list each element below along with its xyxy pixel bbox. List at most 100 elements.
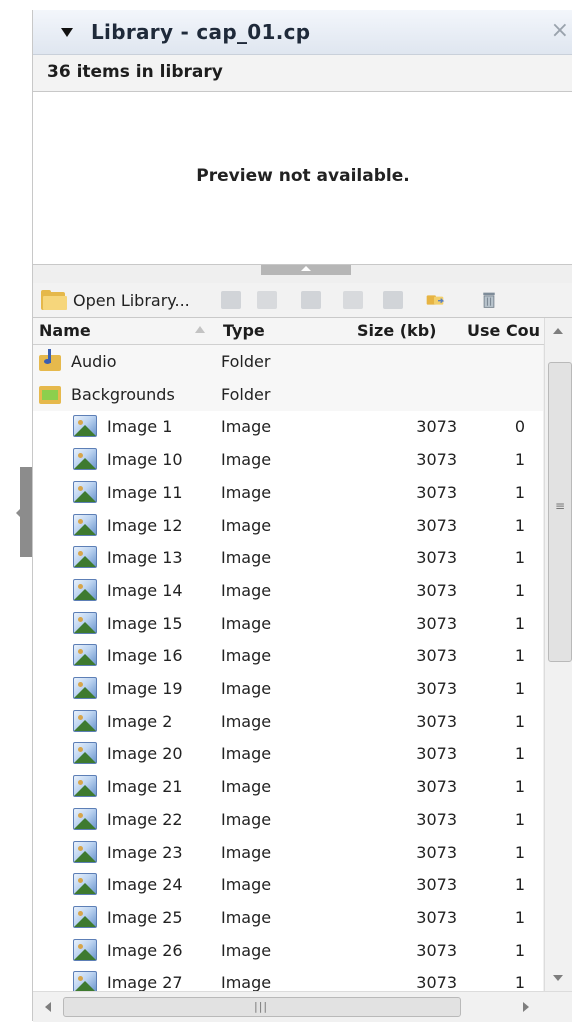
table-row[interactable]: Image 16 Image 3073 1 (33, 639, 543, 672)
row-use-count: 1 (514, 875, 525, 894)
row-use-count: 1 (514, 679, 525, 698)
row-use-count: 1 (514, 908, 525, 927)
table-row[interactable]: Image 21 Image 3073 1 (33, 770, 543, 803)
scroll-grip-icon: ||| (254, 1000, 269, 1013)
horizontal-scrollbar[interactable]: ||| (33, 991, 572, 1022)
column-header-size[interactable]: Size (kb) (357, 321, 436, 340)
select-unused-icon[interactable] (426, 291, 446, 309)
row-size: 3073 (416, 614, 457, 633)
scroll-up-icon[interactable] (553, 328, 563, 334)
row-name: Image 22 (107, 810, 183, 829)
table-row[interactable]: Image 19 Image 3073 1 (33, 672, 543, 705)
row-name: Image 23 (107, 843, 183, 862)
open-library-label: Open Library... (73, 290, 190, 310)
table-row[interactable]: Image 20 Image 3073 1 (33, 737, 543, 770)
duplicate-icon[interactable] (383, 291, 403, 309)
table-row[interactable]: Image 11 Image 3073 1 (33, 476, 543, 509)
table-row[interactable]: Image 14 Image 3073 1 (33, 574, 543, 607)
preview-area: Preview not available. (33, 92, 572, 265)
column-header-use-count[interactable]: Use Cou (467, 321, 540, 340)
collapse-triangle-icon[interactable] (61, 28, 73, 37)
image-icon (73, 546, 97, 568)
row-size: 3073 (416, 908, 457, 927)
table-row[interactable]: Image 13 Image 3073 1 (33, 541, 543, 574)
table-row[interactable]: Image 15 Image 3073 1 (33, 607, 543, 640)
row-type: Folder (221, 352, 271, 371)
open-library-button[interactable]: Open Library... (41, 287, 190, 313)
row-use-count: 1 (514, 646, 525, 665)
row-use-count: 1 (514, 712, 525, 731)
row-size: 3073 (416, 548, 457, 567)
row-type: Image (221, 450, 272, 469)
folder-row[interactable]: Audio Folder (33, 345, 543, 378)
collapse-arrow-icon (16, 507, 22, 519)
table-row[interactable]: Image 22 Image 3073 1 (33, 803, 543, 836)
new-folder-icon[interactable] (221, 291, 241, 309)
table-row[interactable]: Image 2 Image 3073 1 (33, 705, 543, 738)
row-size: 3073 (416, 973, 457, 991)
table-row[interactable]: Image 23 Image 3073 1 (33, 836, 543, 869)
image-icon (73, 906, 97, 928)
properties-icon[interactable] (257, 291, 277, 309)
table-row[interactable]: Image 27 Image 3073 1 (33, 966, 543, 991)
table-row[interactable]: Image 24 Image 3073 1 (33, 868, 543, 901)
row-use-count: 1 (514, 941, 525, 960)
usage-icon[interactable] (301, 291, 321, 309)
row-type: Image (221, 614, 272, 633)
row-name: Image 27 (107, 973, 183, 991)
row-size: 3073 (416, 777, 457, 796)
table-row[interactable]: Image 1 Image 3073 0 (33, 410, 543, 443)
row-size: 3073 (416, 646, 457, 665)
row-use-count: 1 (514, 973, 525, 991)
row-size: 3073 (416, 941, 457, 960)
row-use-count: 1 (514, 483, 525, 502)
panel-titlebar[interactable]: Library - cap_01.cp × (33, 10, 572, 55)
row-name: Image 24 (107, 875, 183, 894)
open-library-folder-icon (41, 290, 67, 310)
row-use-count: 1 (514, 777, 525, 796)
row-name: Audio (71, 352, 117, 371)
image-icon (73, 873, 97, 895)
scroll-down-icon[interactable] (553, 975, 563, 981)
horizontal-scroll-thumb[interactable]: ||| (63, 997, 461, 1017)
backgrounds-folder-icon (39, 382, 63, 406)
vertical-scroll-thumb[interactable]: ≡ (548, 362, 572, 662)
delete-icon[interactable] (479, 291, 499, 309)
row-size: 3073 (416, 483, 457, 502)
image-icon (73, 415, 97, 437)
preview-splitter[interactable] (33, 265, 572, 283)
row-size: 3073 (416, 875, 457, 894)
table-row[interactable]: Image 26 Image 3073 1 (33, 934, 543, 967)
close-icon[interactable]: × (551, 18, 569, 43)
column-header-type[interactable]: Type (223, 321, 265, 340)
row-name: Image 15 (107, 614, 183, 633)
image-icon (73, 939, 97, 961)
row-name: Image 16 (107, 646, 183, 665)
row-type: Image (221, 417, 272, 436)
row-name: Image 26 (107, 941, 183, 960)
folder-row[interactable]: Backgrounds Folder (33, 378, 543, 411)
splitter-up-arrow-icon (301, 266, 311, 271)
row-type: Image (221, 810, 272, 829)
row-type: Image (221, 843, 272, 862)
vertical-scrollbar[interactable]: ≡ (544, 318, 572, 991)
row-name: Image 11 (107, 483, 183, 502)
row-use-count: 1 (514, 581, 525, 600)
update-icon[interactable] (343, 291, 363, 309)
row-size: 3073 (416, 417, 457, 436)
row-type: Image (221, 483, 272, 502)
scroll-right-icon[interactable] (523, 1002, 529, 1012)
table-row[interactable]: Image 25 Image 3073 1 (33, 901, 543, 934)
image-icon (73, 775, 97, 797)
image-icon (73, 644, 97, 666)
library-table-body: Audio Folder Backgrounds Folder Image 1 Image… (33, 345, 543, 991)
scroll-left-icon[interactable] (45, 1002, 51, 1012)
row-name: Image 19 (107, 679, 183, 698)
image-icon (73, 971, 97, 991)
image-icon (73, 514, 97, 536)
row-name: Image 14 (107, 581, 183, 600)
column-header-name[interactable]: Name (39, 321, 91, 340)
table-row[interactable]: Image 12 Image 3073 1 (33, 509, 543, 542)
row-type: Image (221, 548, 272, 567)
table-row[interactable]: Image 10 Image 3073 1 (33, 443, 543, 476)
